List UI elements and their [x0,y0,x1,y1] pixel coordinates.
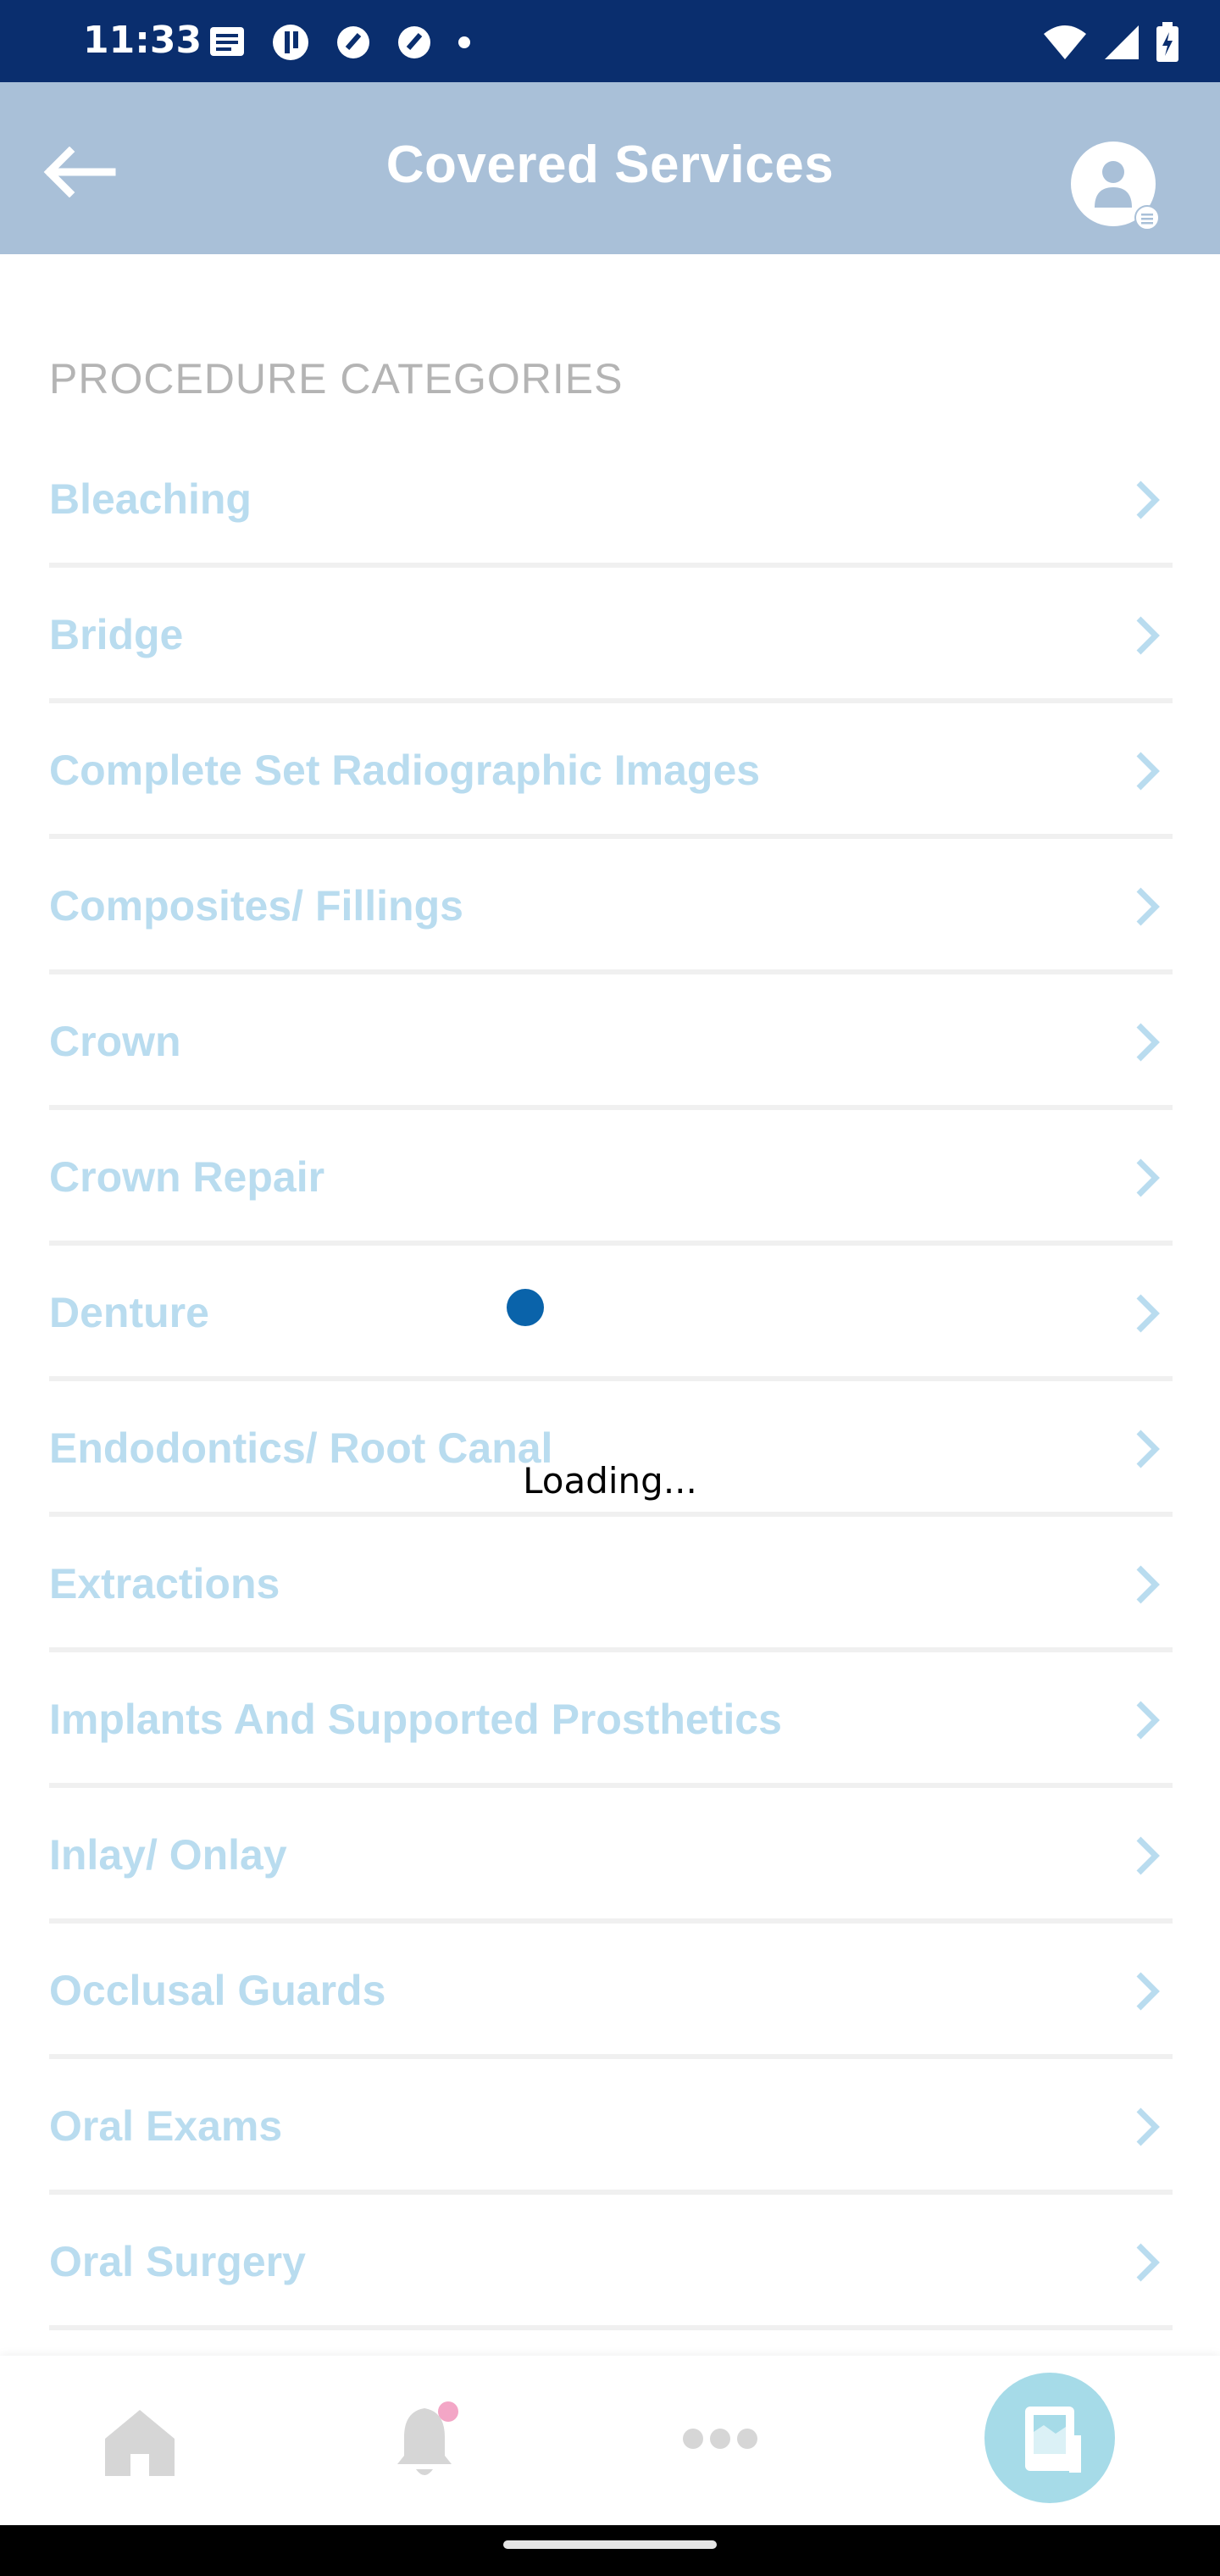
list-item[interactable]: Oral Exams [49,2059,1173,2195]
chevron-right-icon [1136,616,1160,655]
list-item[interactable]: Oral Surgery [49,2195,1173,2330]
list-item-label: Denture [49,1289,209,1336]
home-icon [105,2410,175,2476]
app-bar: Covered Services [0,82,1220,254]
status-time: 11:33 [83,19,202,62]
list-item[interactable]: Bleaching [49,432,1173,568]
list-item[interactable]: Bridge [49,568,1173,703]
chevron-right-icon [1136,480,1160,519]
list-item-label: Oral Exams [49,2102,283,2150]
app-notification-icon [273,25,308,60]
chevron-right-icon [1136,2107,1160,2146]
user-avatar-icon [1071,142,1160,230]
app-notification-icon [337,26,369,58]
list-item-label: Crown Repair [49,1153,325,1201]
list-item[interactable]: Implants And Supported Prosthetics [49,1652,1173,1788]
chevron-right-icon [1136,1701,1160,1740]
category-list: Bleaching Bridge Complete Set Radiograph… [49,432,1173,2330]
chevron-right-icon [1136,1836,1160,1875]
list-item-label: Inlay/ Onlay [49,1831,287,1879]
list-item-label: Complete Set Radiographic Images [49,747,761,794]
bottom-nav [0,2356,1220,2525]
status-bar: 11:33 [0,0,1220,82]
loading-spinner [507,1289,544,1326]
list-item[interactable]: Extractions [49,1517,1173,1652]
avatar-button[interactable] [1069,140,1161,231]
list-item-label: Crown [49,1018,181,1065]
list-item-label: Extractions [49,1560,280,1607]
chevron-right-icon [1136,1565,1160,1604]
app-notification-icon [398,26,430,58]
list-item[interactable]: Occlusal Guards [49,1924,1173,2059]
chevron-right-icon [1136,1158,1160,1197]
status-system-icons [1042,22,1179,63]
list-item-label: Implants And Supported Prosthetics [49,1696,782,1743]
status-notification-icons [208,24,471,61]
chevron-right-icon [1136,752,1160,791]
system-navigation-bar [0,2525,1220,2576]
list-item[interactable]: Composites/ Fillings [49,839,1173,974]
nav-home-button[interactable] [102,2405,178,2481]
chevron-right-icon [1136,2243,1160,2282]
list-item[interactable]: Inlay/ Onlay [49,1788,1173,1924]
list-item-label: Bleaching [49,475,252,523]
chevron-right-icon [1136,1294,1160,1333]
bell-icon [397,2401,458,2475]
message-icon [210,27,244,56]
nav-id-card-button[interactable] [984,2373,1115,2503]
list-item[interactable]: Crown [49,974,1173,1110]
list-item-label: Occlusal Guards [49,1967,386,2014]
nav-notifications-button[interactable] [394,2400,462,2484]
section-header: PROCEDURE CATEGORIES [49,355,624,402]
list-item[interactable]: Denture [49,1246,1173,1381]
chevron-right-icon [1136,1972,1160,2011]
loading-text: Loading... [523,1460,697,1502]
list-item[interactable]: Crown Repair [49,1110,1173,1246]
page-title: Covered Services [385,136,835,194]
nav-more-button[interactable] [678,2422,762,2456]
wifi-icon [1044,25,1086,59]
list-item-label: Bridge [49,611,184,658]
battery-icon [1156,22,1178,62]
list-item-label: Oral Surgery [49,2238,306,2285]
chevron-right-icon [1136,887,1160,926]
more-icon [683,2429,757,2449]
id-card-icon [1025,2407,1081,2473]
list-item-label: Composites/ Fillings [49,882,463,930]
chevron-right-icon [1136,1023,1160,1062]
home-gesture-handle[interactable] [503,2540,717,2549]
signal-icon [1105,25,1139,59]
list-item[interactable]: Complete Set Radiographic Images [49,703,1173,839]
dot-icon [458,36,470,48]
